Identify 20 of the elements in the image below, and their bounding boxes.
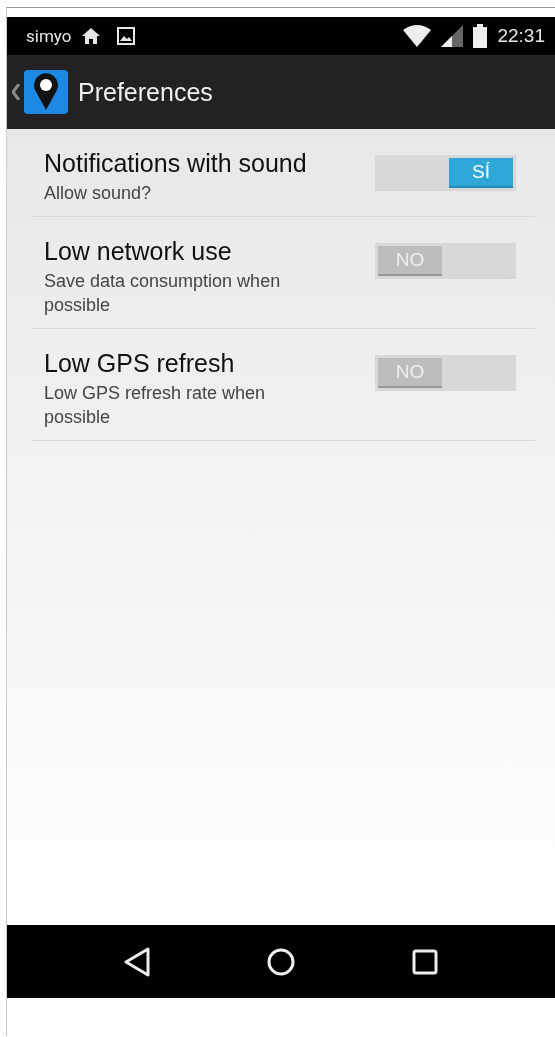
back-chevron-icon[interactable] <box>12 84 20 100</box>
preference-summary: Save data consumption when possible <box>44 270 282 317</box>
signal-icon <box>441 25 464 47</box>
toggle-switch[interactable]: SÍ <box>375 155 516 191</box>
carrier-name: simyo <box>26 26 72 46</box>
battery-icon <box>473 24 488 48</box>
recents-icon[interactable] <box>412 948 439 975</box>
preference-title: Notifications with sound <box>44 149 308 178</box>
home-icon[interactable] <box>267 947 295 976</box>
preference-title: Low network use <box>44 237 233 266</box>
back-icon[interactable] <box>123 946 150 977</box>
wifi-icon <box>403 25 432 47</box>
preference-title: Low GPS refresh <box>44 349 236 378</box>
screen-title: Preferences <box>78 77 213 107</box>
app-logo-icon[interactable] <box>24 70 68 114</box>
preference-summary: Allow sound? <box>44 182 153 205</box>
preference-summary: Low GPS refresh rate when possible <box>44 382 267 429</box>
clock-time: 22:31 <box>497 25 545 47</box>
home-icon <box>81 27 102 45</box>
image-icon <box>117 27 136 45</box>
